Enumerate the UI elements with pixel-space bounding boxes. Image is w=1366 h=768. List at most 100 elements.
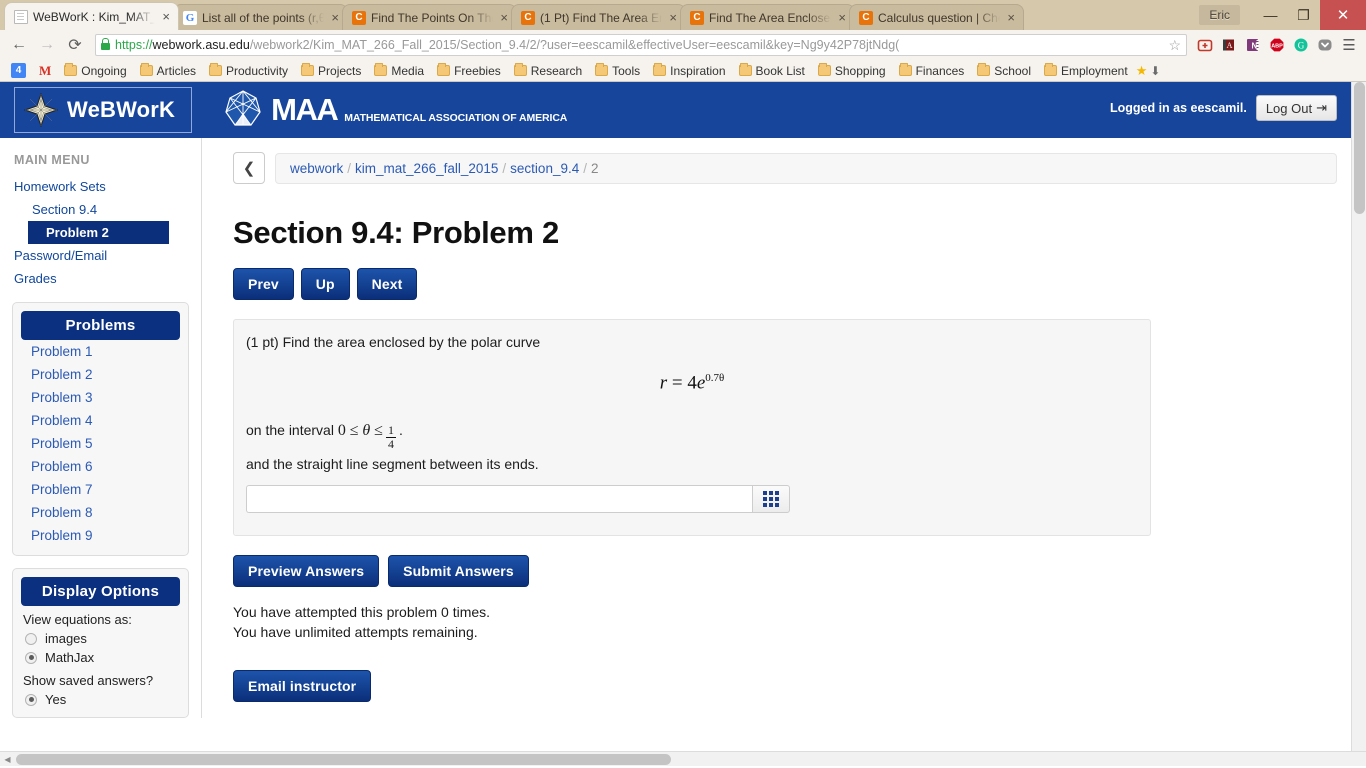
hamburger-menu-icon[interactable]: ☰	[1338, 36, 1360, 54]
vertical-scrollbar-thumb[interactable]	[1354, 82, 1365, 214]
up-button[interactable]: Up	[300, 268, 350, 300]
bookmark-label: Projects	[318, 63, 362, 78]
lock-icon	[101, 37, 110, 50]
back-icon[interactable]: ←	[6, 32, 32, 58]
bookmark-research[interactable]: Research	[509, 63, 587, 79]
radio-view-mathjax[interactable]: MathJax	[21, 648, 180, 667]
breadcrumb-item-section[interactable]: section_9.4	[510, 161, 579, 176]
bookmark-label: Finances	[915, 63, 965, 78]
chevron-left-icon[interactable]: ❮	[233, 152, 265, 184]
keypad-icon[interactable]	[752, 484, 790, 513]
forward-icon[interactable]: →	[34, 32, 60, 58]
radio-icon-selected[interactable]	[25, 651, 37, 664]
browser-tab-1[interactable]: G List all of the points (r,θ) w ×	[173, 4, 348, 30]
sidebar-item-grades[interactable]: Grades	[0, 267, 201, 290]
bookmark-label: Shopping	[834, 63, 886, 78]
minimize-button[interactable]: —	[1254, 0, 1287, 30]
horizontal-scrollbar-thumb[interactable]	[16, 753, 671, 765]
problem-link-5[interactable]: Problem 5	[21, 432, 180, 455]
equation-coefficient: 4	[687, 372, 697, 394]
breadcrumb-item-course[interactable]: kim_mat_266_fall_2015	[355, 161, 498, 176]
maa-logo: MAA MATHEMATICAL ASSOCIATION OF AMERICA	[222, 89, 567, 131]
bookmark-gmail[interactable]: M	[34, 62, 56, 80]
adblock-icon[interactable]: ABP	[1266, 34, 1288, 56]
problem-link-9[interactable]: Problem 9	[21, 524, 180, 547]
bookmark-school[interactable]: School	[972, 63, 1036, 79]
email-instructor-button[interactable]: Email instructor	[233, 670, 372, 703]
profile-chip[interactable]: Eric	[1199, 5, 1240, 25]
tab-close-icon[interactable]: ×	[160, 9, 172, 24]
bookmark-label: School	[994, 63, 1031, 78]
problem-link-1[interactable]: Problem 1	[21, 340, 180, 363]
tab-close-icon[interactable]: ×	[329, 10, 341, 25]
bookmark-inspiration[interactable]: Inspiration	[648, 63, 730, 79]
bookmark-projects[interactable]: Projects	[296, 63, 366, 79]
bookmark-label: Employment	[1061, 63, 1128, 78]
breadcrumb-item-webwork[interactable]: webwork	[290, 161, 343, 176]
tab-title: List all of the points (r,θ) w	[202, 10, 325, 25]
bookmark-star-icon[interactable]: ★	[1136, 63, 1148, 79]
tab-close-icon[interactable]: ×	[836, 10, 848, 25]
bookmark-productivity[interactable]: Productivity	[204, 63, 293, 79]
pocket-icon[interactable]	[1314, 34, 1336, 56]
problem-link-8[interactable]: Problem 8	[21, 501, 180, 524]
grammarly-icon[interactable]: G	[1290, 34, 1312, 56]
bookmark-finances[interactable]: Finances	[894, 63, 970, 79]
tab-close-icon[interactable]: ×	[498, 10, 510, 25]
dictionary-icon[interactable]: A	[1218, 34, 1240, 56]
problem-link-4[interactable]: Problem 4	[21, 409, 180, 432]
problem-link-7[interactable]: Problem 7	[21, 478, 180, 501]
close-window-button[interactable]: ✕	[1320, 0, 1366, 30]
interval-lower: 0	[337, 422, 346, 440]
reload-icon[interactable]: ⟳	[62, 32, 88, 58]
bookmark-tools[interactable]: Tools	[590, 63, 645, 79]
prev-button[interactable]: Prev	[233, 268, 294, 300]
star-icon[interactable]: ☆	[1168, 37, 1181, 54]
preview-answers-button[interactable]: Preview Answers	[233, 554, 380, 587]
horizontal-scrollbar[interactable]: ◀	[0, 751, 1366, 766]
address-bar[interactable]: https://webwork.asu.edu/webwork2/Kim_MAT…	[95, 34, 1187, 56]
bookmark-ongoing[interactable]: Ongoing	[59, 63, 131, 79]
bookmark-shopping[interactable]: Shopping	[813, 63, 891, 79]
browser-tab-3[interactable]: C (1 Pt) Find The Area Enclo ×	[511, 4, 686, 30]
attempts-line-1: You have attempted this problem 0 times.	[233, 603, 491, 620]
radio-icon[interactable]	[25, 632, 37, 645]
vertical-scrollbar[interactable]	[1351, 82, 1366, 766]
onenote-icon[interactable]: N	[1242, 34, 1264, 56]
browser-tab-2[interactable]: C Find The Points On The G ×	[342, 4, 517, 30]
webwork-logo[interactable]: WeBWorK	[14, 87, 193, 133]
sidebar-item-password-email[interactable]: Password/Email	[0, 244, 201, 267]
answer-input[interactable]	[246, 484, 752, 513]
next-button[interactable]: Next	[356, 268, 418, 300]
first-aid-icon[interactable]	[1194, 34, 1216, 56]
radio-show-saved-yes[interactable]: Yes	[21, 690, 180, 709]
tab-close-icon[interactable]: ×	[667, 10, 679, 25]
browser-tab-0[interactable]: WeBWorK : Kim_MAT_266 ×	[4, 2, 179, 30]
problem-link-6[interactable]: Problem 6	[21, 455, 180, 478]
maximize-button[interactable]: ❐	[1287, 0, 1320, 30]
problem-link-3[interactable]: Problem 3	[21, 386, 180, 409]
bookmark-book-list[interactable]: Book List	[734, 63, 810, 79]
problem-link-2[interactable]: Problem 2	[21, 363, 180, 386]
interval-rel1: ≤	[349, 422, 359, 440]
bookmark-media[interactable]: Media	[369, 63, 429, 79]
sidebar-item-problem-2[interactable]: Problem 2	[28, 221, 169, 244]
browser-tab-5[interactable]: C Calculus question | Chegg ×	[849, 4, 1024, 30]
log-out-button[interactable]: Log Out ⇥	[1255, 95, 1337, 121]
bookmark-freebies[interactable]: Freebies	[432, 63, 506, 79]
sidebar-item-homework-sets[interactable]: Homework Sets	[0, 175, 201, 198]
radio-icon-selected[interactable]	[25, 693, 37, 706]
tab-close-icon[interactable]: ×	[1005, 10, 1017, 25]
bookmark-apps[interactable]: 4	[6, 62, 31, 79]
browser-tab-4[interactable]: C Find The Area Enclosed By ×	[680, 4, 855, 30]
folder-icon	[1044, 63, 1057, 76]
bookmark-articles[interactable]: Articles	[135, 63, 201, 79]
radio-view-images[interactable]: images	[21, 629, 180, 648]
bookmark-label: Book List	[755, 63, 805, 78]
scroll-left-icon[interactable]: ◀	[0, 755, 15, 764]
download-arrow-icon[interactable]: ⬇	[1150, 64, 1160, 78]
bookmark-employment[interactable]: Employment	[1039, 63, 1133, 79]
folder-icon	[437, 63, 451, 76]
sidebar-item-section-9-4[interactable]: Section 9.4	[0, 198, 201, 221]
submit-answers-button[interactable]: Submit Answers	[388, 554, 529, 587]
